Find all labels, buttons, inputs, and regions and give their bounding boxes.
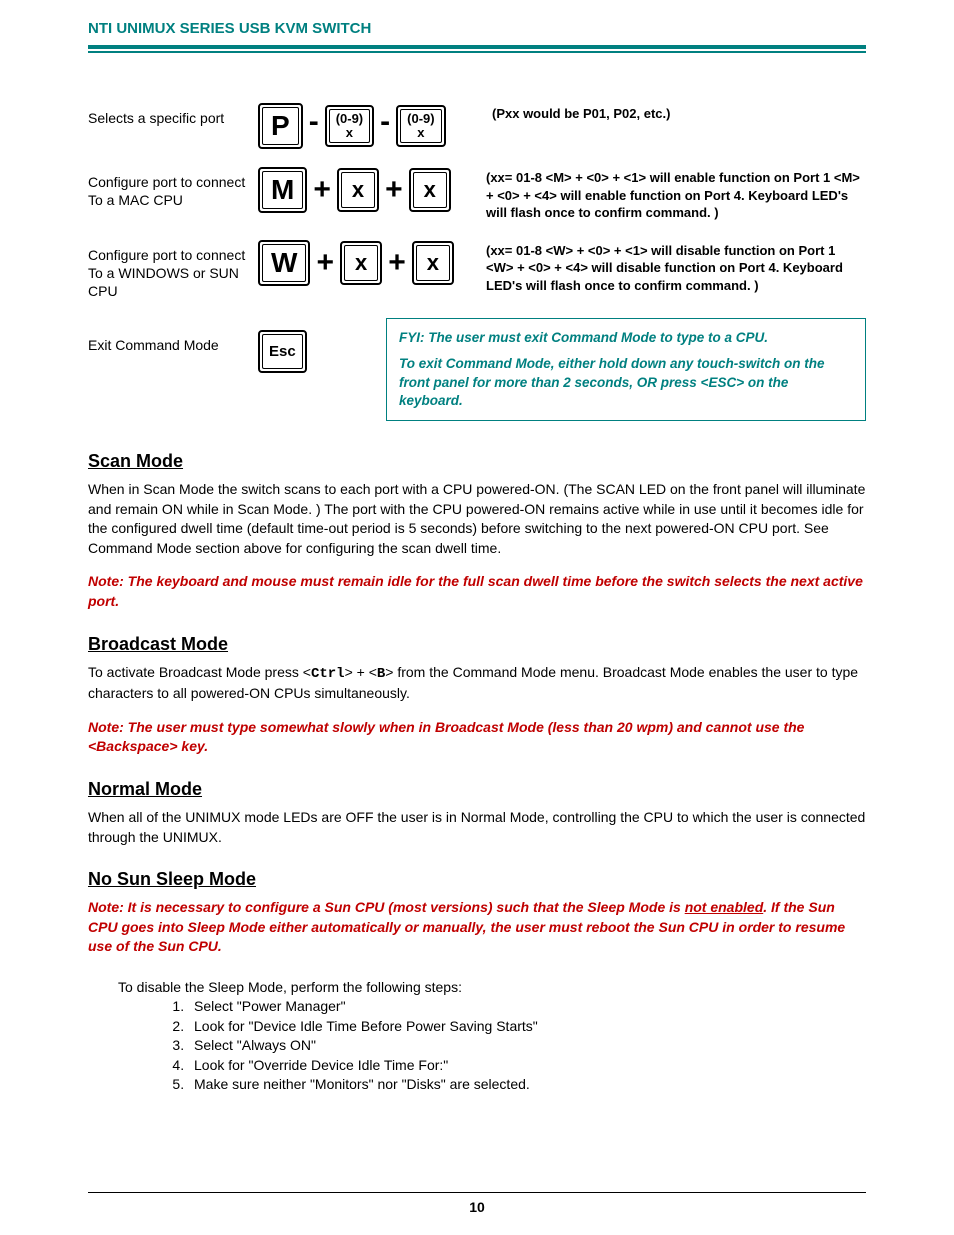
label-exit: Exit Command Mode <box>88 318 258 354</box>
heading-scan: Scan Mode <box>88 451 866 472</box>
step-1: Select "Power Manager" <box>188 997 866 1017</box>
step-5: Make sure neither "Monitors" nor "Disks"… <box>188 1075 866 1095</box>
label-win: Configure port to connect To a WINDOWS o… <box>88 240 258 301</box>
key-x: x <box>412 241 454 285</box>
key-x: x <box>337 168 379 212</box>
scan-body: When in Scan Mode the switch scans to ea… <box>88 480 866 558</box>
normal-body: When all of the UNIMUX mode LEDs are OFF… <box>88 808 866 847</box>
plus-icon: + <box>313 175 331 205</box>
step-4: Look for "Override Device Idle Time For:… <box>188 1056 866 1076</box>
broadcast-body: To activate Broadcast Mode press <Ctrl> … <box>88 663 866 704</box>
row-select-port: Selects a specific port P - (0-9)x - (0-… <box>88 103 866 149</box>
key-x: x <box>409 168 451 212</box>
fyi-line-1: FYI: The user must exit Command Mode to … <box>399 329 853 347</box>
heading-broadcast: Broadcast Mode <box>88 634 866 655</box>
key-m: M <box>258 167 307 213</box>
sleep-note: Note: It is necessary to configure a Sun… <box>88 898 866 957</box>
row-exit: Exit Command Mode Esc FYI: The user must… <box>88 318 866 421</box>
heading-normal: Normal Mode <box>88 779 866 800</box>
plus-icon: + <box>316 248 334 278</box>
broadcast-note: Note: The user must type somewhat slowly… <box>88 718 866 757</box>
header-rule <box>88 45 866 53</box>
desc-win: (xx= 01-8 <W> + <0> + <1> will disable f… <box>486 240 866 295</box>
key-x: x <box>340 241 382 285</box>
header-title: NTI UNIMUX SERIES USB KVM SWITCH <box>88 20 866 37</box>
keys-mac: M + x + x <box>258 167 472 213</box>
fyi-box: FYI: The user must exit Command Mode to … <box>386 318 866 421</box>
command-table: Selects a specific port P - (0-9)x - (0-… <box>88 103 866 421</box>
key-digit-1: (0-9)x <box>325 105 374 148</box>
row-win: Configure port to connect To a WINDOWS o… <box>88 240 866 301</box>
keys-select-port: P - (0-9)x - (0-9)x <box>258 103 478 149</box>
fyi-line-2: To exit Command Mode, either hold down a… <box>399 355 853 410</box>
desc-mac: (xx= 01-8 <M> + <0> + <1> will enable fu… <box>486 167 866 222</box>
sleep-steps: Select "Power Manager" Look for "Device … <box>188 997 866 1095</box>
key-w: W <box>258 240 310 286</box>
key-digit-2: (0-9)x <box>396 105 445 148</box>
dash-icon: - <box>309 107 319 137</box>
keys-win: W + x + x <box>258 240 472 286</box>
page-number: 10 <box>88 1192 866 1215</box>
row-mac: Configure port to connect To a MAC CPU M… <box>88 167 866 222</box>
step-2: Look for "Device Idle Time Before Power … <box>188 1017 866 1037</box>
keys-exit: Esc <box>258 318 312 373</box>
page: NTI UNIMUX SERIES USB KVM SWITCH Selects… <box>0 0 954 1235</box>
key-p: P <box>258 103 303 149</box>
key-esc: Esc <box>258 330 307 373</box>
step-3: Select "Always ON" <box>188 1036 866 1056</box>
plus-icon: + <box>385 175 403 205</box>
label-select-port: Selects a specific port <box>88 103 258 127</box>
desc-select-port: (Pxx would be P01, P02, etc.) <box>492 103 670 123</box>
plus-icon: + <box>388 248 406 278</box>
scan-note: Note: The keyboard and mouse must remain… <box>88 572 866 611</box>
sleep-steps-intro: To disable the Sleep Mode, perform the f… <box>118 979 866 995</box>
label-mac: Configure port to connect To a MAC CPU <box>88 167 258 209</box>
dash-icon: - <box>380 107 390 137</box>
heading-sleep: No Sun Sleep Mode <box>88 869 866 890</box>
